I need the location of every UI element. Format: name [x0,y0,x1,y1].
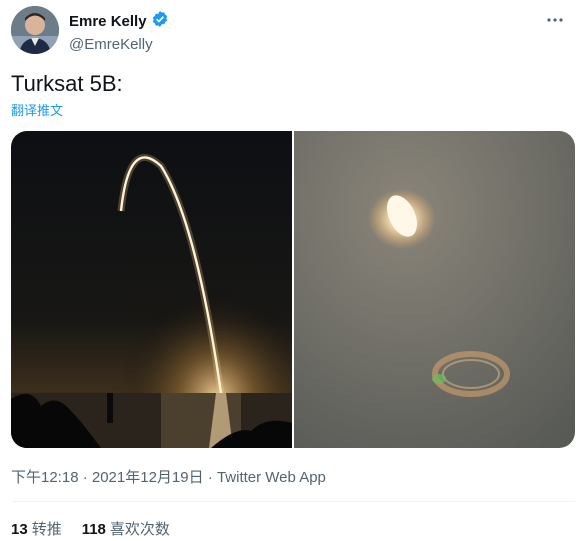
divider [11,501,575,502]
likes-label: 喜欢次数 [109,521,170,538]
rocket-cloud-photo[interactable] [294,131,575,448]
engagement-stats: 13 转推 118 喜欢次数 [11,518,170,539]
retweets-stat[interactable]: 13 转推 [11,518,62,539]
tweet-timestamp[interactable]: 下午12:18 · 2021年12月19日 [11,469,204,486]
author-handle[interactable]: @EmreKelly [69,35,169,55]
meta-separator: · [207,469,217,486]
translate-tweet-link[interactable]: 翻译推文 [11,100,63,119]
launch-night-photo[interactable] [11,131,292,448]
media-grid [11,131,575,448]
author-display-name[interactable]: Emre Kelly [69,12,147,32]
tweet-meta: 下午12:18 · 2021年12月19日 · Twitter Web App [11,466,326,487]
avatar[interactable] [11,6,59,54]
retweets-label: 转推 [31,521,62,538]
tweet-header: Emre Kelly @EmreKelly [11,6,571,54]
more-options-icon[interactable] [543,8,567,32]
tweet-text: Turksat 5B: [11,71,123,96]
tweet-source[interactable]: Twitter Web App [217,469,326,486]
likes-stat[interactable]: 118 喜欢次数 [82,518,170,539]
retweets-count: 13 [11,521,28,538]
verified-badge-icon [151,10,169,34]
likes-count: 118 [81,521,106,538]
